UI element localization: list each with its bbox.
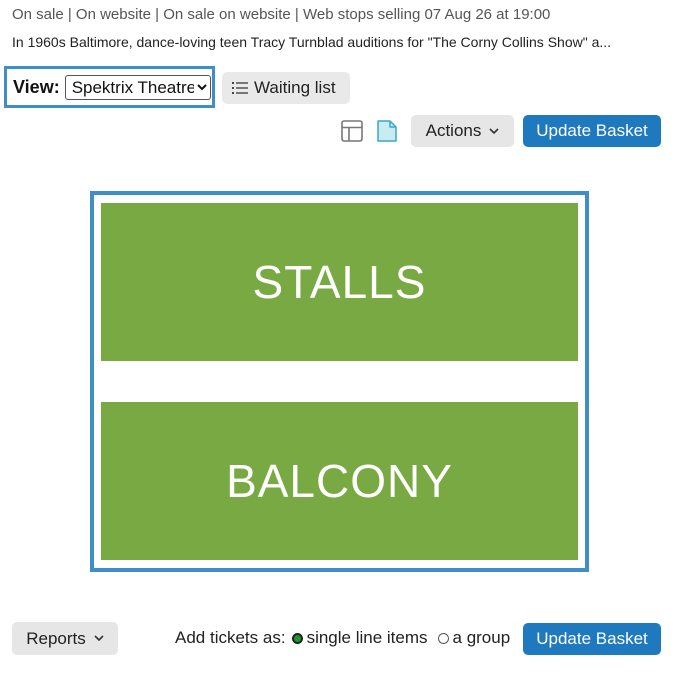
- add-tickets-label: Add tickets as:: [175, 628, 286, 647]
- waiting-list-button[interactable]: Waiting list: [222, 72, 350, 104]
- radio-single-line-items[interactable]: [291, 632, 303, 644]
- add-tickets-options: Add tickets as: single line items a grou…: [175, 628, 510, 648]
- option-group-label[interactable]: a group: [453, 628, 511, 648]
- zone-stalls[interactable]: STALLS: [101, 203, 578, 361]
- actions-label: Actions: [425, 121, 482, 140]
- option-single-label[interactable]: single line items: [307, 628, 428, 648]
- zone-balcony[interactable]: BALCONY: [101, 402, 578, 560]
- event-status-line: On sale | On website | On sale on websit…: [12, 6, 551, 23]
- grid-view-icon[interactable]: [341, 120, 363, 147]
- chevron-down-icon: [489, 127, 499, 135]
- reports-dropdown-button[interactable]: Reports: [12, 622, 118, 655]
- view-label: View:: [13, 76, 60, 97]
- reports-label: Reports: [26, 628, 86, 648]
- radio-group[interactable]: [437, 632, 449, 644]
- seat-map-overview: STALLS BALCONY: [90, 191, 589, 572]
- view-selector-group: View: Spektrix Theatre: [4, 66, 215, 108]
- chevron-down-icon: [94, 635, 104, 642]
- event-description: In 1960s Baltimore, dance-loving teen Tr…: [12, 34, 612, 50]
- actions-dropdown-button[interactable]: Actions: [411, 115, 514, 147]
- document-icon[interactable]: [376, 119, 398, 148]
- update-basket-button-bottom[interactable]: Update Basket: [523, 623, 661, 655]
- list-icon: [232, 81, 248, 95]
- view-select[interactable]: Spektrix Theatre: [64, 74, 211, 100]
- waiting-list-label: Waiting list: [254, 78, 336, 97]
- update-basket-button-top[interactable]: Update Basket: [523, 115, 661, 147]
